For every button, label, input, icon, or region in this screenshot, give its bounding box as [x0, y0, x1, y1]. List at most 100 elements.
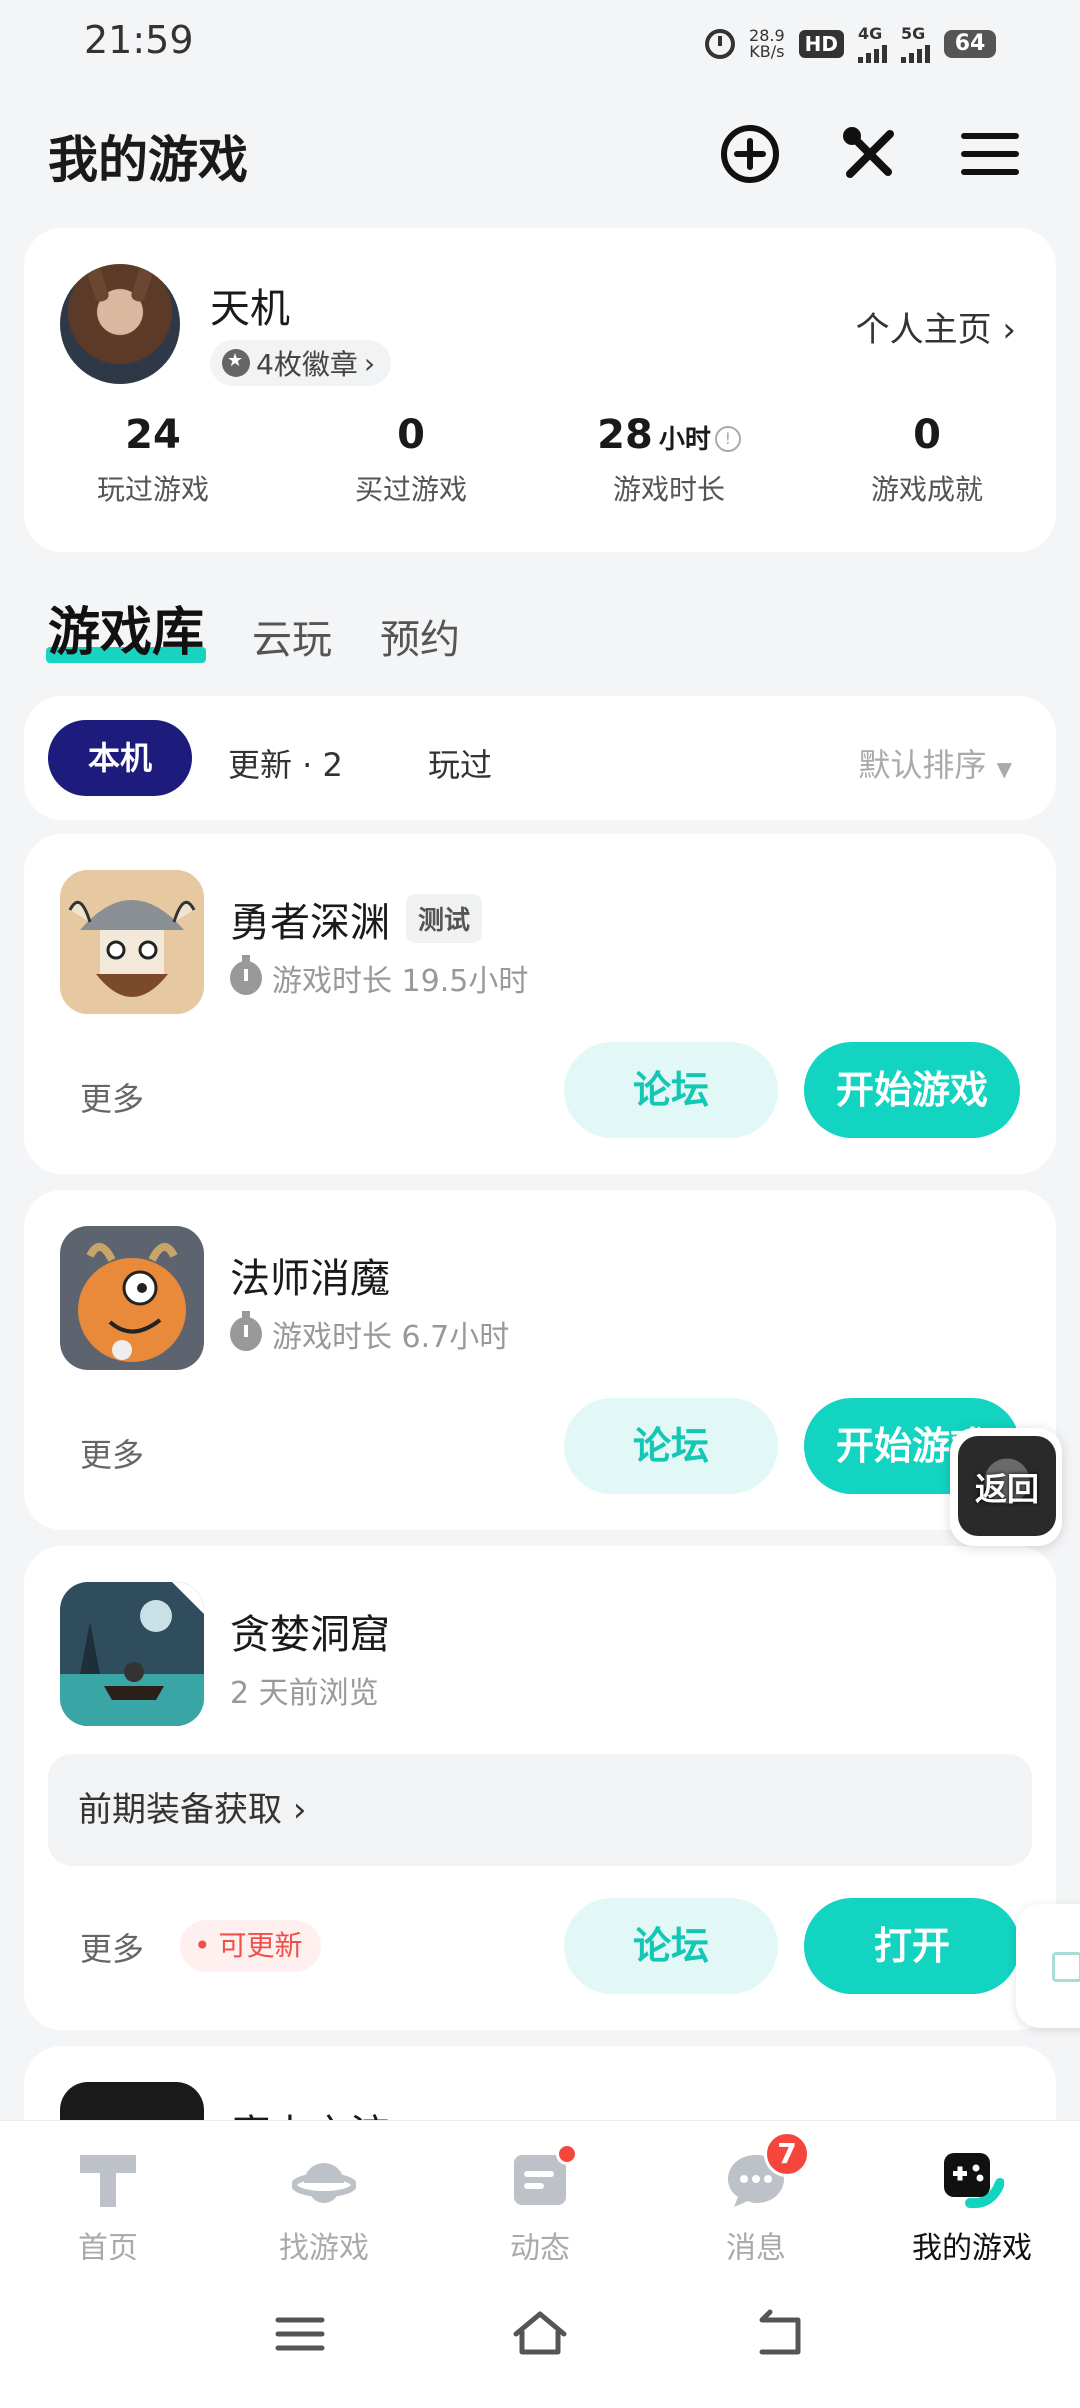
nav-feed[interactable]: 动态	[432, 2121, 648, 2266]
stat-label: 游戏成就	[870, 473, 983, 506]
game-icon[interactable]	[60, 1226, 204, 1370]
recent-apps-icon[interactable]	[268, 2302, 332, 2366]
stat-playtime[interactable]: 28 小时! 游戏时长	[540, 412, 798, 508]
stat-unit: 小时	[658, 425, 711, 455]
game-icon[interactable]	[60, 870, 204, 1014]
filter-played[interactable]: 玩过	[428, 740, 492, 786]
status-bar: 21:59 28.9 KB/s HD 4G 5G 64	[0, 0, 1080, 86]
chevron-right-icon: ›	[292, 1790, 307, 1830]
stopwatch-icon	[230, 955, 262, 995]
hd-icon: HD	[798, 29, 844, 58]
alarm-icon	[705, 28, 736, 59]
back-label: 返回	[974, 1470, 1039, 1508]
signal-5g: 5G	[901, 24, 930, 63]
update-available-badge: 可更新	[180, 1920, 321, 1972]
page-title: 我的游戏	[48, 131, 248, 189]
feed-icon	[508, 2143, 578, 2209]
game-card: 勇者深渊 测试 游戏时长 19.5小时 更多 论坛 开始游戏	[24, 834, 1056, 1174]
chevron-right-icon: ›	[1002, 310, 1016, 350]
nav-messages[interactable]: 7 消息	[648, 2121, 864, 2266]
signal-bars-icon	[858, 43, 887, 63]
signal-bars-icon	[901, 43, 930, 63]
sort-label: 默认排序	[858, 746, 987, 784]
notification-dot	[556, 2143, 578, 2165]
game-icon[interactable]	[60, 1582, 204, 1726]
gamepad-icon	[940, 2149, 1005, 2209]
open-button[interactable]: 打开	[804, 1898, 1020, 1994]
game-card: 贪婪洞窟 2 天前浏览 前期装备获取 › 更多 可更新 论坛 打开	[24, 1546, 1056, 2030]
download-float-icon[interactable]	[1016, 1904, 1080, 2028]
floating-back-button[interactable]: 返回	[950, 1428, 1062, 1546]
playtime-text: 游戏时长 6.7小时	[272, 1320, 510, 1355]
stat-achievements[interactable]: 0 游戏成就	[798, 412, 1056, 508]
game-card: 法师消魔 游戏时长 6.7小时 更多 论坛 开始游戏	[24, 1190, 1056, 1530]
stat-value: 0	[913, 412, 941, 458]
stopwatch-icon	[230, 1311, 262, 1351]
avatar[interactable]	[60, 264, 180, 384]
menu-icon[interactable]	[958, 122, 1022, 186]
info-icon[interactable]: !	[714, 426, 741, 452]
homepage-label: 个人主页	[855, 310, 992, 350]
net-speed-unit: KB/s	[749, 41, 785, 61]
stat-label: 玩过游戏	[96, 473, 209, 506]
signal-5g-label: 5G	[901, 24, 926, 43]
start-game-button[interactable]: 开始游戏	[804, 1042, 1020, 1138]
header: 我的游戏	[0, 110, 1080, 200]
badge-chip[interactable]: 4枚徽章 ›	[210, 340, 392, 386]
more-link[interactable]: 更多	[80, 1924, 144, 1970]
medal-icon	[222, 349, 250, 377]
tab-library[interactable]: 游戏库	[45, 590, 207, 665]
game-subtitle: 游戏时长 6.7小时	[230, 1311, 510, 1356]
badge-count: 4枚徽章	[256, 348, 358, 381]
battery-icon: 64	[944, 29, 996, 58]
filter-local[interactable]: 本机	[48, 720, 192, 796]
system-nav-bar	[0, 2260, 1080, 2408]
signal-4g: 4G	[858, 24, 887, 63]
chevron-right-icon: ›	[363, 346, 376, 380]
tab-cloud[interactable]: 云玩	[252, 607, 332, 665]
stat-label: 游戏时长	[612, 473, 725, 506]
home-icon[interactable]	[508, 2302, 572, 2366]
sort-dropdown[interactable]: 默认排序 ▼	[858, 740, 1012, 786]
message-count-badge: 7	[764, 2131, 810, 2177]
homepage-link[interactable]: 个人主页 ›	[856, 302, 1016, 351]
game-title: 法师消魔	[230, 1256, 390, 1302]
signal-4g-label: 4G	[858, 24, 883, 43]
tip-label: 前期装备获取	[78, 1790, 282, 1830]
stat-bought[interactable]: 0 买过游戏	[282, 412, 540, 508]
status-icons: 28.9 KB/s HD 4G 5G 64	[705, 24, 996, 63]
forum-button[interactable]: 论坛	[564, 1042, 778, 1138]
filter-update[interactable]: 更新 · 2	[228, 740, 343, 786]
more-link[interactable]: 更多	[80, 1074, 144, 1120]
tip-bar[interactable]: 前期装备获取 ›	[48, 1754, 1032, 1866]
planet-icon	[291, 2149, 357, 2209]
more-link[interactable]: 更多	[80, 1430, 144, 1476]
stats-row: 24 玩过游戏 0 买过游戏 28 小时! 游戏时长 0 游戏成就	[24, 412, 1056, 508]
stat-label: 买过游戏	[354, 473, 467, 506]
game-title: 贪婪洞窟	[230, 1612, 390, 1658]
nav-home[interactable]: 首页	[0, 2121, 216, 2266]
stat-value: 28	[597, 412, 653, 458]
playtime-text: 游戏时长 19.5小时	[272, 964, 529, 999]
game-subtitle: 2 天前浏览	[230, 1668, 379, 1712]
stat-value: 0	[397, 412, 425, 458]
back-icon[interactable]	[748, 2302, 812, 2366]
forum-button[interactable]: 论坛	[564, 1898, 778, 1994]
tools-icon[interactable]	[838, 122, 902, 186]
add-circle-icon[interactable]	[718, 122, 782, 186]
tab-reserve[interactable]: 预约	[380, 607, 460, 665]
bottom-nav: 首页 找游戏 动态 7 消息 我的游戏	[0, 2120, 1080, 2266]
game-subtitle: 游戏时长 19.5小时	[230, 955, 529, 1000]
stat-played[interactable]: 24 玩过游戏	[24, 412, 282, 508]
nav-my-games[interactable]: 我的游戏	[864, 2121, 1080, 2266]
filter-bar: 本机 更新 · 2 玩过 默认排序 ▼	[24, 696, 1056, 820]
game-title: 勇者深渊	[230, 900, 390, 946]
username: 天机	[210, 286, 290, 332]
nav-discover[interactable]: 找游戏	[216, 2121, 432, 2266]
net-speed: 28.9 KB/s	[749, 27, 785, 61]
test-tag: 测试	[406, 894, 483, 943]
forum-button[interactable]: 论坛	[564, 1398, 778, 1494]
home-t-icon	[76, 2149, 140, 2209]
status-time: 21:59	[84, 18, 194, 62]
library-tabs: 游戏库 云玩 预约	[45, 590, 460, 665]
